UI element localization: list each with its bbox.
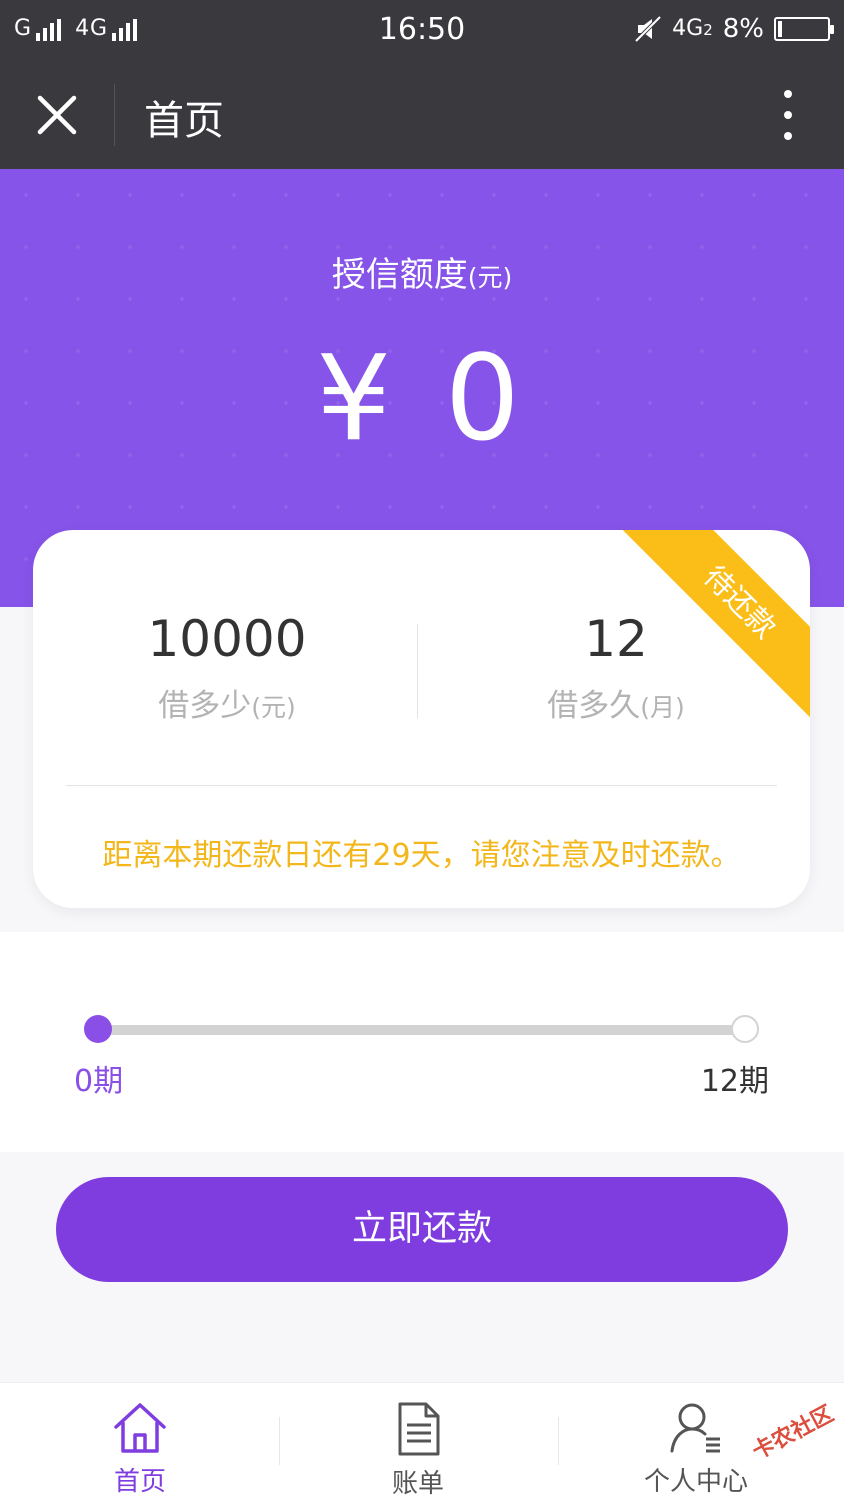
progress-end-dot: [731, 1015, 759, 1043]
mute-icon: [634, 15, 662, 43]
tab-bill[interactable]: 账单: [318, 1401, 518, 1500]
tab-divider: [279, 1417, 280, 1465]
card-separator: [66, 785, 777, 786]
battery-icon: [774, 17, 834, 41]
bill-icon: [398, 1402, 440, 1456]
loan-amount-label: 借多少(元): [158, 688, 296, 724]
system-indicators: 4G2 8%: [634, 14, 834, 44]
more-icon[interactable]: [780, 88, 796, 142]
status-bar: G 4G 16:50 4G2 8%: [0, 0, 844, 62]
loan-amount-block: 10000 借多少(元): [33, 610, 421, 725]
home-icon: [114, 1403, 166, 1453]
progress-track: [98, 1025, 744, 1035]
progress-end-label: 12期: [700, 1064, 769, 1099]
close-icon[interactable]: [30, 88, 84, 142]
repayment-progress: 0期 12期: [0, 932, 844, 1152]
page-title: 首页: [144, 98, 224, 144]
nav-divider: [114, 84, 115, 146]
user-icon: [670, 1403, 720, 1453]
battery-percent: 8%: [722, 14, 764, 44]
card-divider: [417, 624, 418, 718]
credit-limit-label: 授信额度(元): [331, 255, 513, 295]
repay-now-button[interactable]: 立即还款: [56, 1177, 788, 1282]
tab-home-label: 首页: [113, 1467, 166, 1497]
loan-summary-card: 10000 借多少(元) 12 借多久(月) 距离本期还款日还有29天，请您注意…: [33, 530, 810, 908]
network-type-label: 4G2: [672, 15, 713, 41]
bottom-tab-bar: 首页 账单 个人中心: [0, 1382, 844, 1500]
tab-profile-label: 个人中心: [643, 1467, 748, 1497]
credit-limit-amount: ¥ 0: [316, 329, 528, 467]
loan-amount-value: 10000: [147, 610, 307, 668]
progress-start-label: 0期: [74, 1064, 124, 1099]
tab-bill-label: 账单: [391, 1469, 444, 1499]
repayment-notice: 距离本期还款日还有29天，请您注意及时还款。: [102, 838, 741, 873]
credit-limit-unit: (元): [467, 263, 513, 292]
progress-start-dot: [84, 1015, 112, 1043]
nav-bar: 首页: [0, 62, 844, 169]
tab-home[interactable]: 首页: [40, 1401, 240, 1498]
loan-term-label: 借多久(月): [547, 688, 685, 724]
tab-divider: [558, 1417, 559, 1465]
